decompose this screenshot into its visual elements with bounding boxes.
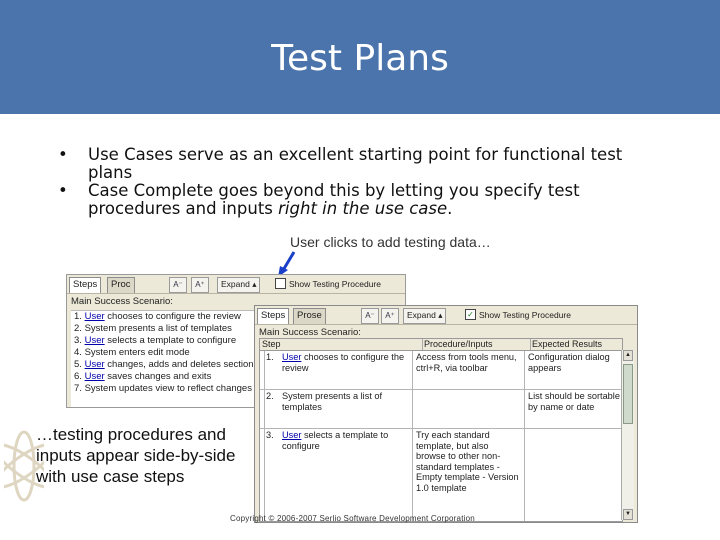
bullet-text: Use Cases serve as an excellent starting… [88,145,623,182]
column-header-procedure[interactable]: Procedure/Inputs [422,339,531,350]
step-number: 3. [266,430,274,440]
step-number: 6. [74,371,82,382]
bullet-period: . [447,199,453,218]
step-text[interactable]: User chooses to configure the review [282,352,410,373]
callout-line: with use case steps [36,467,185,486]
expected-cell[interactable]: Configuration dialog appears [528,352,620,373]
actor-link[interactable]: User [85,371,105,382]
callout-add-testing: User clicks to add testing data… [290,234,491,250]
show-testing-label: Show Testing Procedure [289,279,381,289]
step-text: chooses to configure the review [104,311,241,322]
actor-link[interactable]: User [85,311,105,322]
actor-link[interactable]: User [282,352,301,362]
show-testing-label: Show Testing Procedure [479,310,571,320]
testing-procedure-window: Steps Prose A⁻ A⁺ Expand ▴ ✓ Show Testin… [254,305,638,523]
step-number: 3. [74,335,82,346]
step-number: 1. [74,311,82,322]
procedure-cell[interactable]: Try each standard template, but also bro… [416,430,520,493]
step-number: 2. [74,323,82,334]
scroll-thumb[interactable] [623,364,633,424]
step-text: changes, adds and deletes sections [104,359,259,370]
tab-steps[interactable]: Steps [257,308,290,324]
show-testing-checkbox[interactable] [275,278,286,289]
expand-button[interactable]: Expand ▴ [403,308,447,324]
zoom-in-icon[interactable]: A⁺ [381,308,399,324]
atom-logo-icon [4,430,44,502]
step-number: 4. [74,347,82,358]
table-row[interactable]: 2. System presents a list of templates L… [260,390,622,429]
procedure-cell[interactable]: Access from tools menu, ctrl+R, via tool… [416,352,520,373]
callout-side-by-side: …testing procedures and inputs appear si… [36,424,235,487]
actor-link[interactable]: User [85,359,105,370]
column-header-expected[interactable]: Expected Results [530,339,622,350]
step-text: saves changes and exits [104,371,212,382]
callout-line: …testing procedures and [36,425,226,444]
scroll-down-icon[interactable]: ▼ [623,509,633,520]
step-text[interactable]: System presents a list of templates [282,391,410,412]
expand-button[interactable]: Expand ▴ [217,277,261,293]
scenario-label: Main Success Scenario: [259,327,361,338]
step-text: System updates view to reflect changes [84,383,252,394]
bullet-marker: • [58,145,68,164]
scenario-label: Main Success Scenario: [71,296,173,307]
step-number: 2. [266,391,274,401]
tab-prose[interactable]: Prose [293,308,326,324]
bullet-emphasis: right in the use case [278,199,448,218]
actor-link[interactable]: User [85,335,105,346]
step-number: 5. [74,359,82,370]
table-row[interactable]: 3. User selects a template to configure … [260,429,622,519]
step-text[interactable]: User selects a template to configure [282,430,410,451]
step-text: selects a template to configure [104,335,237,346]
toolbar: Steps Prose A⁻ A⁺ Expand ▴ ✓ Show Testin… [255,306,637,325]
slide-title: Test Plans [271,38,449,79]
zoom-in-icon[interactable]: A⁺ [191,277,209,293]
vertical-scrollbar[interactable]: ▲ ▼ [621,350,634,520]
expand-label: Expand [221,279,250,289]
expand-label: Expand [407,310,436,320]
step-text: System enters edit mode [84,347,190,358]
step-text: System presents a list of templates [84,323,232,334]
callout-line: inputs appear side-by-side [36,446,236,465]
bullet-marker: • [58,181,68,200]
bullet-item: • Case Complete goes beyond this by lett… [56,182,656,218]
zoom-out-icon[interactable]: A⁻ [169,277,187,293]
table-row[interactable]: 1. User chooses to configure the review … [260,351,622,390]
show-testing-checkbox[interactable]: ✓ [465,309,476,320]
table-header: Step Procedure/Inputs Expected Results [260,339,622,351]
step-number: 7. [74,383,82,394]
bullet-list: • Use Cases serve as an excellent starti… [56,146,656,218]
step-description: chooses to configure the review [282,352,405,373]
bullet-item: • Use Cases serve as an excellent starti… [56,146,656,182]
toolbar: Steps Proc A⁻ A⁺ Expand ▴ Show Testing P… [67,275,405,294]
expected-cell[interactable]: List should be sortable by name or date [528,391,620,412]
scroll-up-icon[interactable]: ▲ [623,350,633,361]
tab-steps[interactable]: Steps [69,277,102,293]
actor-link[interactable]: User [282,430,301,440]
title-bar: Test Plans [0,0,720,114]
testing-table: Step Procedure/Inputs Expected Results 1… [259,338,623,522]
copyright-text: Copyright © 2006-2007 Serlio Software De… [230,514,475,523]
column-header-step[interactable]: Step [260,339,423,350]
step-number: 1. [266,352,274,362]
zoom-out-icon[interactable]: A⁻ [361,308,379,324]
tab-prose[interactable]: Proc [107,277,135,293]
